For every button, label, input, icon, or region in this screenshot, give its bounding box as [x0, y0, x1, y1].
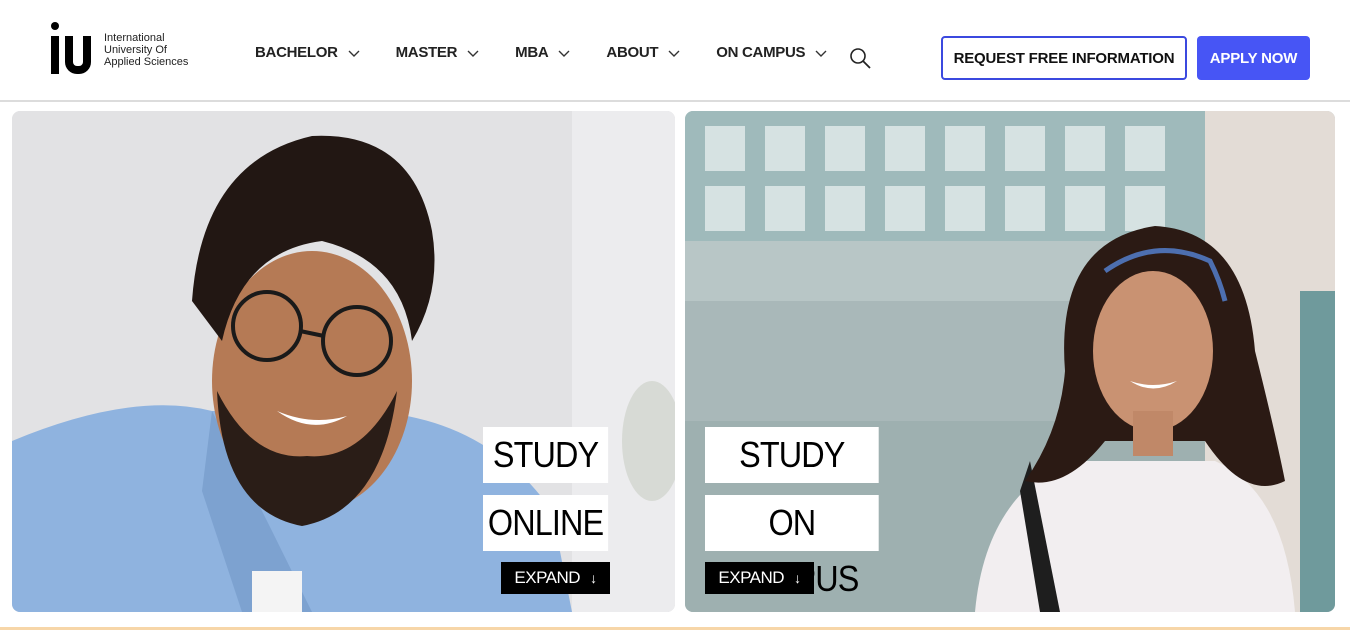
- nav-item-on-campus[interactable]: ON CAMPUS: [716, 44, 827, 61]
- study-campus-line1: STUDY: [705, 427, 879, 483]
- nav-item-mba[interactable]: MBA: [515, 44, 570, 61]
- chevron-down-icon: [348, 50, 360, 57]
- expand-label: EXPAND: [718, 568, 785, 587]
- nav-item-about[interactable]: ABOUT: [606, 44, 680, 61]
- iu-logo-mark: [48, 22, 94, 78]
- logo-text: International University Of Applied Scie…: [104, 32, 189, 68]
- expand-online-button[interactable]: EXPAND ↓: [501, 562, 610, 594]
- nav-item-label: ON CAMPUS: [716, 44, 806, 61]
- nav-item-label: MBA: [515, 44, 549, 61]
- arrow-down-icon: ↓: [590, 570, 597, 586]
- chevron-down-icon: [815, 50, 827, 57]
- study-online-line1: STUDY: [483, 427, 609, 483]
- nav-item-bachelor[interactable]: BACHELOR: [255, 44, 360, 61]
- expand-label: EXPAND: [514, 568, 581, 587]
- study-online-card[interactable]: STUDY ONLINE EXPAND ↓: [12, 111, 675, 612]
- arrow-down-icon: ↓: [794, 570, 801, 586]
- search-icon[interactable]: [848, 46, 872, 70]
- chevron-down-icon: [668, 50, 680, 57]
- site-header: International University Of Applied Scie…: [0, 0, 1350, 102]
- main-nav: BACHELOR MASTER MBA ABOUT ON CAMPUS: [255, 44, 863, 61]
- expand-campus-button[interactable]: EXPAND ↓: [705, 562, 814, 594]
- apply-now-button[interactable]: APPLY NOW: [1197, 36, 1310, 80]
- nav-item-master[interactable]: MASTER: [396, 44, 480, 61]
- nav-item-label: ABOUT: [606, 44, 659, 61]
- study-online-line2: ONLINE: [483, 495, 609, 551]
- iu-logo[interactable]: International University Of Applied Scie…: [48, 22, 196, 78]
- request-free-information-button[interactable]: REQUEST FREE INFORMATION: [941, 36, 1187, 80]
- chevron-down-icon: [558, 50, 570, 57]
- chevron-down-icon: [467, 50, 479, 57]
- study-campus-line2: ON CAMPUS: [705, 495, 879, 599]
- study-on-campus-card[interactable]: STUDY ON CAMPUS EXPAND ↓: [685, 111, 1335, 612]
- nav-item-label: BACHELOR: [255, 44, 338, 61]
- nav-item-label: MASTER: [395, 44, 458, 61]
